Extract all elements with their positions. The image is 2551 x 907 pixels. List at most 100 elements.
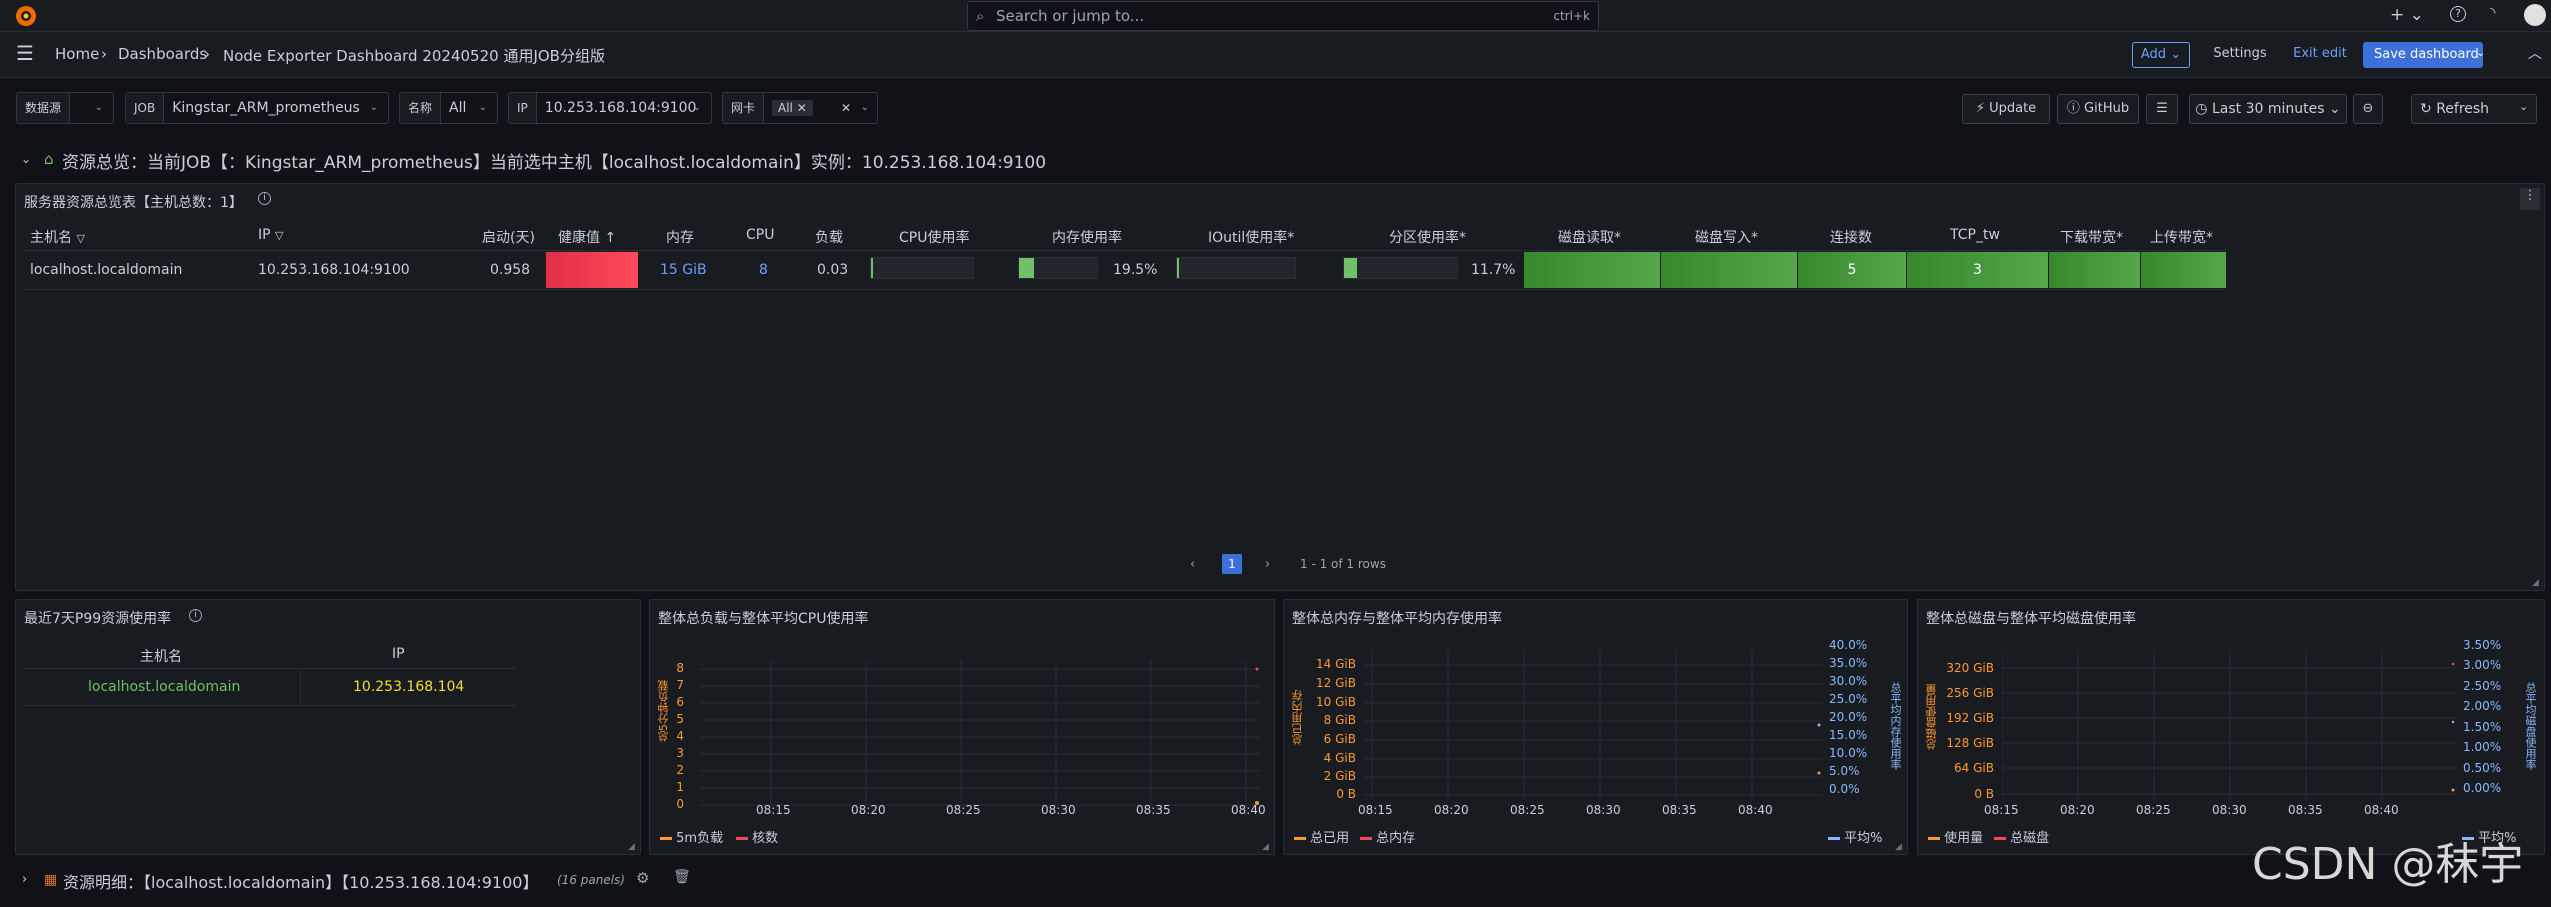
legend-disk-total[interactable]: 总磁盘 <box>1994 827 2049 846</box>
var-ip[interactable]: IP 10.253.168.104:9100 ⌄ <box>508 92 712 124</box>
breadcrumb-home[interactable]: Home <box>55 45 99 63</box>
io-pct-bar <box>1176 257 1296 279</box>
clear-icon[interactable]: ✕ <box>841 93 851 123</box>
panel-title: 整体总内存与整体平均内存使用率 <box>1292 611 1502 627</box>
panel-title: 服务器资源总览表【主机总数：1】 <box>24 195 243 211</box>
news-icon[interactable]: ◝ <box>2490 5 2495 21</box>
home-icon: ⌂ <box>44 150 54 168</box>
row-collapse-chevron-icon[interactable]: ⌄ <box>21 152 31 166</box>
y-ticks: 320 GiB 256 GiB 192 GiB 128 GiB 64 GiB 0… <box>1946 661 1994 801</box>
time-picker[interactable]: ◷ Last 30 minutes ⌄ <box>2189 94 2347 124</box>
dashboard-links-button[interactable]: ☰ <box>2146 94 2178 124</box>
row-delete-icon[interactable]: 🗑 <box>673 869 691 885</box>
legend-load[interactable]: 5m负载 <box>660 827 723 846</box>
col-ip[interactable]: IP <box>392 646 405 662</box>
col-cpu[interactable]: CPU <box>746 227 774 243</box>
page-button-1[interactable]: 1 <box>1222 554 1242 574</box>
col-mem[interactable]: 内存 <box>666 227 694 247</box>
var-datasource[interactable]: 数据源 ⌄ <box>16 92 114 124</box>
y-axis-label: 总5分钟负载 <box>657 680 670 742</box>
help-icon[interactable]: ? <box>2450 6 2466 22</box>
new-icon[interactable]: + ⌄ <box>2390 5 2424 25</box>
col-upload[interactable]: 上传带宽* <box>2150 227 2213 247</box>
col-io-pct[interactable]: IOutil使用率* <box>1208 227 1294 247</box>
var-job[interactable]: JOB Kingstar_ARM_prometheus ⌄ <box>125 92 389 124</box>
resize-handle-icon[interactable]: ◢ <box>2532 578 2539 588</box>
row-expand-chevron-icon[interactable]: › <box>22 872 27 887</box>
col-conn[interactable]: 连接数 <box>1830 227 1872 247</box>
col-uptime[interactable]: 启动(天) <box>482 227 535 247</box>
collapse-icon[interactable]: ︿ <box>2528 43 2542 63</box>
filter-icon[interactable]: ▽ <box>76 232 84 245</box>
series-mem-used-point <box>1817 771 1821 775</box>
row-title-overview[interactable]: 资源总览：当前JOB【：Kingstar_ARM_prometheus】当前选中… <box>62 148 1046 173</box>
col-tcp-tw[interactable]: TCP_tw <box>1950 227 2000 243</box>
legend-mem-used[interactable]: 总已用 <box>1294 827 1349 846</box>
search-icon: ⌕ <box>976 7 985 25</box>
avatar[interactable] <box>2524 4 2546 26</box>
row-panel-count: (16 panels) <box>557 873 625 887</box>
col-mem-pct[interactable]: 内存使用率 <box>1052 227 1122 247</box>
breadcrumb-bar: ☰ Home › Dashboards › Node Exporter Dash… <box>0 32 2551 78</box>
cell-disk-write <box>1661 252 1797 288</box>
chevron-down-icon: ⌄ <box>94 102 103 113</box>
panel-menu-icon[interactable]: ⋮ <box>2520 188 2540 210</box>
panel-title: 整体总负载与整体平均CPU使用率 <box>658 611 869 627</box>
col-load[interactable]: 负载 <box>815 227 843 247</box>
watermark: CSDN @秣宇 <box>2252 839 2524 890</box>
update-button[interactable]: ⚡ Update <box>1962 94 2050 124</box>
menu-icon[interactable]: ☰ <box>16 43 34 63</box>
next-page-icon[interactable]: › <box>1265 557 1270 572</box>
breadcrumb-current: Node Exporter Dashboard 20240520 通用JOB分组… <box>223 47 605 65</box>
chevron-down-icon: ⌄ <box>860 102 869 113</box>
exit-edit-button[interactable]: Exit edit <box>2285 42 2355 68</box>
grafana-logo[interactable] <box>14 4 38 28</box>
panel-title: 最近7天P99资源使用率 <box>24 611 172 627</box>
var-name[interactable]: 名称 All ⌄ <box>399 92 498 124</box>
series-cores-point <box>1255 667 1259 671</box>
breadcrumb-dashboards[interactable]: Dashboards <box>118 45 207 63</box>
col-cpu-pct[interactable]: CPU使用率 <box>899 227 969 247</box>
panel-title: 整体总磁盘与整体平均磁盘使用率 <box>1926 611 2136 627</box>
part-pct-bar <box>1343 257 1458 279</box>
chevron-down-icon: ⌄ <box>692 102 701 113</box>
col-health[interactable]: 健康值 ↑ <box>558 227 616 247</box>
legend-disk-used[interactable]: 使用量 <box>1928 827 1983 846</box>
save-dashboard-button[interactable]: Save dashboard <box>2363 42 2483 68</box>
resize-handle-icon[interactable]: ◢ <box>1895 842 1902 852</box>
legend-mem-pct[interactable]: 平均% <box>1828 827 1883 846</box>
sort-asc-icon: ↑ <box>604 230 617 246</box>
add-button[interactable]: Add ⌄ <box>2132 42 2190 68</box>
info-icon[interactable]: i <box>189 609 202 622</box>
filter-icon[interactable]: ▽ <box>275 229 283 242</box>
col-download[interactable]: 下载带宽* <box>2060 227 2123 247</box>
search-bar[interactable]: ⌕ Search or jump to... ctrl+k <box>967 1 1599 31</box>
col-disk-write[interactable]: 磁盘写入* <box>1695 227 1758 247</box>
var-nic[interactable]: 网卡 All ✕ ✕ ⌄ <box>722 92 878 124</box>
settings-button[interactable]: Settings <box>2205 42 2275 68</box>
github-button[interactable]: ⓘ GitHub <box>2057 94 2139 124</box>
prev-page-icon[interactable]: ‹ <box>1190 557 1195 572</box>
col-hostname[interactable]: 主机名 <box>140 646 182 666</box>
row-settings-icon[interactable]: ⚙ <box>636 869 649 887</box>
legend-mem-total[interactable]: 总内存 <box>1360 827 1415 846</box>
zoom-out-button[interactable]: ⊖ <box>2353 94 2383 124</box>
mem-pct-fill <box>1019 258 1035 278</box>
info-icon[interactable]: i <box>258 192 271 205</box>
col-disk-read[interactable]: 磁盘读取* <box>1558 227 1621 247</box>
legend-cores[interactable]: 核数 <box>736 827 778 846</box>
cpu-load-panel: 整体总负载与整体平均CPU使用率 总5分钟负载 8 7 6 5 4 3 2 1 … <box>649 599 1275 855</box>
disk-chart-grid <box>2002 650 2456 800</box>
mem-panel: 整体总内存与整体平均内存使用率 总已用内存 14 GiB 12 GiB 10 G… <box>1283 599 1908 855</box>
resize-handle-icon[interactable]: ◢ <box>1262 842 1269 852</box>
row-title-detail[interactable]: 资源明细：【localhost.localdomain】【10.253.168.… <box>63 869 538 893</box>
refresh-interval-chevron-icon[interactable]: ⌄ <box>2519 100 2528 113</box>
col-hostname[interactable]: 主机名 ▽ <box>30 227 85 247</box>
col-part-pct[interactable]: 分区使用率* <box>1389 227 1466 247</box>
mem-chart-grid <box>1364 650 1822 800</box>
series-mem-pct-point <box>1817 723 1821 727</box>
resize-handle-icon[interactable]: ◢ <box>628 842 635 852</box>
save-options-chevron-icon[interactable]: ⌄ <box>2476 46 2485 59</box>
nic-chip[interactable]: All ✕ <box>772 100 813 116</box>
col-ip[interactable]: IP ▽ <box>258 227 284 243</box>
